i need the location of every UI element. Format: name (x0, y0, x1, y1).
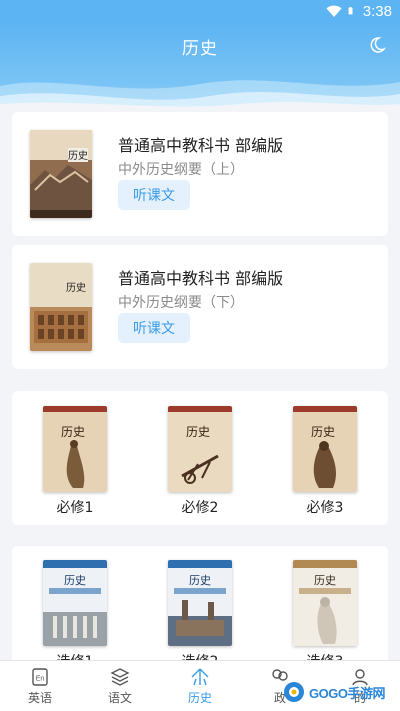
book-title-2: 普通高中教科书 部编版 (118, 269, 284, 288)
watermark: GOGO手游网 (282, 676, 398, 708)
required-book-2[interactable]: 历史 必修2 (167, 406, 233, 517)
nav-item-english[interactable]: En 英语 (0, 661, 80, 711)
svg-text:历史: 历史 (314, 574, 336, 587)
cover-title-1: 历史 (68, 150, 88, 162)
book-title-1: 普通高中教科书 部编版 (118, 136, 284, 155)
book-subtitle-2: 中外历史纲要（下） (118, 295, 244, 311)
book-cover-1: 历史 (30, 130, 92, 218)
elective-book-1[interactable]: 历史 选修1 (42, 560, 108, 660)
header: 历史 (0, 22, 400, 112)
required-label-3: 必修3 (306, 500, 344, 516)
page-title: 历史 (182, 39, 218, 59)
svg-text:历史: 历史 (189, 574, 211, 587)
elective-cover-3: 历史 (293, 560, 357, 646)
elective-book-3[interactable]: 历史 选修3 (292, 560, 358, 660)
required-cover-2: 历史 (168, 406, 232, 492)
nav-item-history[interactable]: 历史 (160, 661, 240, 711)
nav-label-chinese: 语文 (107, 690, 132, 705)
english-icon: En (32, 667, 48, 686)
elective-book-2[interactable]: 历史 选修2 (167, 560, 233, 660)
nav-label-english: 英语 (27, 690, 52, 705)
elective-cover-1: 历史 (43, 560, 107, 646)
required-cover-3: 历史 (293, 406, 357, 492)
history-icon (191, 668, 209, 685)
content-area: 历史 普通高中教科书 部编版 中外历史纲要（上） 听课文 历史 普通高中教科书 … (0, 112, 400, 660)
night-mode-button[interactable] (366, 34, 388, 56)
status-time: 3:38 (362, 2, 392, 20)
book-subtitle-1: 中外历史纲要（上） (118, 162, 244, 178)
watermark-text: GOGO手游网 (309, 685, 385, 701)
book-cover-2: 历史 (30, 263, 92, 351)
layers-icon (110, 667, 130, 686)
elective-books-card: 历史 选修1 历史 (12, 546, 388, 660)
textbook-card-2[interactable]: 历史 普通高中教科书 部编版 中外历史纲要（下） 听课文 (12, 245, 388, 369)
required-label-2: 必修2 (181, 500, 219, 516)
elective-cover-2: 历史 (168, 560, 232, 646)
battery-icon (348, 7, 353, 15)
svg-text:历史: 历史 (186, 425, 210, 439)
required-book-1[interactable]: 历史 必修1 (42, 406, 108, 517)
nav-label-history: 历史 (187, 690, 212, 705)
svg-text:历史: 历史 (64, 574, 86, 587)
nav-item-chinese[interactable]: 语文 (80, 661, 160, 711)
elective-label-3: 选修3 (292, 651, 358, 660)
required-cover-1: 历史 (43, 406, 107, 492)
watermark-logo-icon (284, 682, 304, 702)
listen-button-1[interactable]: 听课文 (118, 180, 190, 210)
cover-title-2: 历史 (66, 282, 86, 294)
svg-text:En: En (36, 675, 45, 682)
listen-button-2[interactable]: 听课文 (118, 313, 190, 343)
elective-label-1: 选修1 (42, 651, 108, 660)
header-waves (0, 80, 400, 112)
required-book-3[interactable]: 历史 必修3 (292, 406, 358, 517)
wifi-icon (326, 5, 342, 17)
required-label-1: 必修1 (56, 500, 94, 516)
moon-icon (370, 37, 386, 53)
textbook-card-1[interactable]: 历史 普通高中教科书 部编版 中外历史纲要（上） 听课文 (12, 112, 388, 236)
elective-label-2: 选修2 (167, 651, 233, 660)
required-books-card: 历史 必修1 历史 必修2 历史 必修3 (12, 391, 388, 525)
svg-text:历史: 历史 (311, 425, 335, 439)
status-bar: 3:38 (0, 0, 400, 22)
svg-text:历史: 历史 (61, 425, 85, 439)
